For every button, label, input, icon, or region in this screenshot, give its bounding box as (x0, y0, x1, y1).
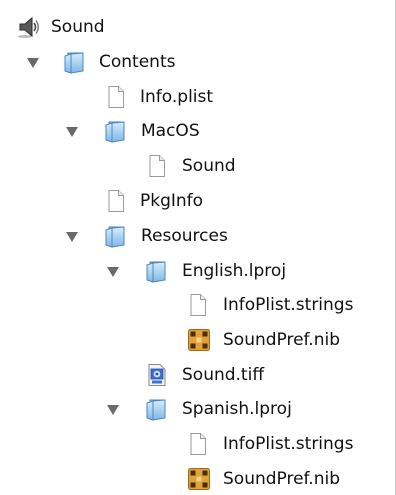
image-file-icon (145, 363, 169, 387)
file-tree: Sound Contents Info.plist MacOS Sound Pk… (0, 0, 396, 495)
folder-icon (103, 224, 127, 248)
tree-row-macos-sound[interactable]: Sound (0, 151, 394, 181)
tree-row-spanish-lproj[interactable]: Spanish.lproj (0, 394, 394, 424)
tree-row-macos[interactable]: MacOS (0, 116, 394, 146)
speaker-icon (17, 15, 41, 39)
disclosure-triangle-icon[interactable] (66, 232, 78, 242)
tree-row-english-lproj[interactable]: English.lproj (0, 256, 394, 286)
tree-row-info-plist[interactable]: Info.plist (0, 82, 394, 112)
document-icon (186, 293, 210, 317)
spanish-soundpref-nib-label: SoundPref.nib (223, 469, 340, 489)
disclosure-triangle-icon[interactable] (107, 405, 119, 415)
spanish-infoplist-strings-label: InfoPlist.strings (223, 434, 354, 454)
macos-sound-label: Sound (182, 156, 236, 176)
tree-row-root[interactable]: Sound (0, 12, 394, 42)
tree-row-english-infoplist-strings[interactable]: InfoPlist.strings (0, 290, 394, 320)
disclosure-triangle-icon[interactable] (66, 127, 78, 137)
contents-label: Contents (99, 52, 176, 72)
folder-icon (144, 259, 168, 283)
document-icon (186, 432, 210, 456)
folder-icon (62, 50, 86, 74)
disclosure-triangle-icon[interactable] (27, 58, 39, 68)
english-lproj-label: English.lproj (182, 261, 287, 281)
resources-label: Resources (141, 226, 228, 246)
folder-icon (144, 397, 168, 421)
tree-row-sound-tiff[interactable]: Sound.tiff (0, 360, 394, 390)
pkginfo-label: PkgInfo (140, 191, 204, 211)
tree-row-spanish-soundpref-nib[interactable]: SoundPref.nib (0, 464, 394, 494)
spanish-lproj-label: Spanish.lproj (182, 399, 292, 419)
document-icon (145, 154, 169, 178)
tree-row-resources[interactable]: Resources (0, 221, 394, 251)
tree-row-spanish-infoplist-strings[interactable]: InfoPlist.strings (0, 429, 394, 459)
tree-row-english-soundpref-nib[interactable]: SoundPref.nib (0, 325, 394, 355)
macos-label: MacOS (141, 121, 200, 141)
folder-icon (103, 119, 127, 143)
root-label: Sound (51, 17, 105, 37)
tree-row-pkginfo[interactable]: PkgInfo (0, 186, 394, 216)
nib-file-icon (187, 467, 211, 491)
tree-row-contents[interactable]: Contents (0, 47, 394, 77)
info-plist-label: Info.plist (140, 87, 214, 107)
english-soundpref-nib-label: SoundPref.nib (223, 330, 340, 350)
english-infoplist-strings-label: InfoPlist.strings (223, 295, 354, 315)
nib-file-icon (187, 328, 211, 352)
disclosure-triangle-icon[interactable] (107, 267, 119, 277)
document-icon (104, 85, 128, 109)
sound-tiff-label: Sound.tiff (182, 365, 265, 385)
document-icon (104, 189, 128, 213)
